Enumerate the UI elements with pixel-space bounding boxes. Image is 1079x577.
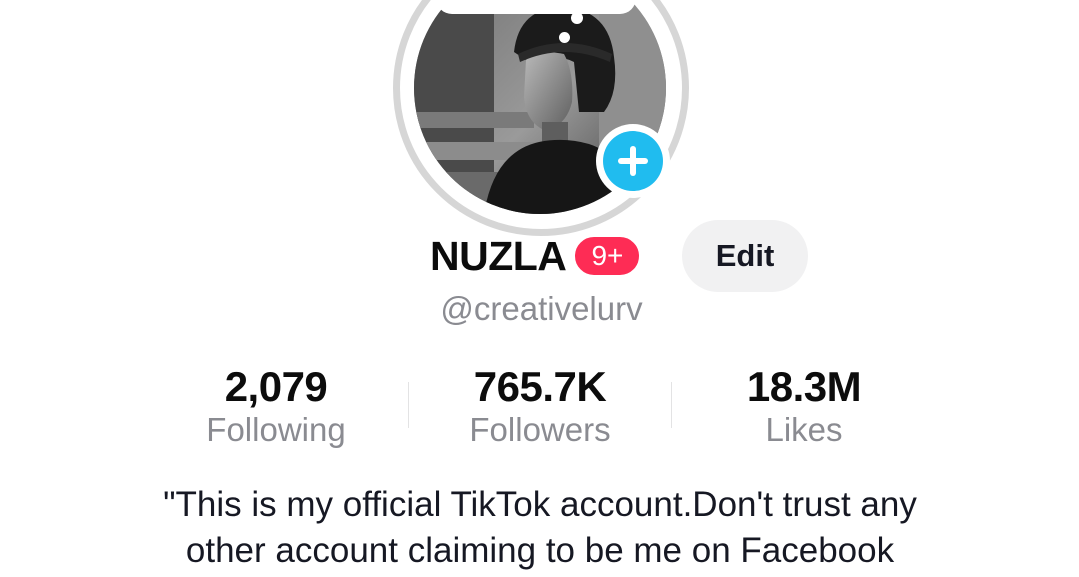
edit-button[interactable]: Edit (682, 220, 808, 292)
bio-line: other account claiming to be me on Faceb… (185, 531, 895, 570)
likes-label: Likes (765, 411, 843, 448)
add-story-button-inner (603, 131, 663, 191)
note-bubble-dot (571, 12, 583, 24)
plus-icon (618, 146, 648, 176)
stat-likes[interactable]: 18.3M Likes (704, 362, 904, 450)
profile-bio: "This is my official TikTok account.Don'… (40, 482, 1040, 574)
username-handle: @creativelurv (440, 290, 643, 327)
note-bubble[interactable] (436, 0, 636, 14)
add-story-button[interactable] (596, 124, 670, 198)
note-bubble-dot-small (559, 32, 570, 43)
profile-screen: NUZLA 9+ Edit @creativelurv 2,079 Follow… (0, 0, 1079, 577)
following-count: 2,079 (224, 363, 328, 410)
stat-divider (671, 382, 672, 428)
name-row: NUZLA 9+ (430, 226, 643, 286)
stat-following[interactable]: 2,079 Following (176, 362, 376, 450)
likes-count: 18.3M (746, 363, 862, 410)
display-name: NUZLA (430, 232, 567, 279)
following-label: Following (206, 411, 346, 448)
notification-badge[interactable]: 9+ (572, 234, 643, 278)
stat-divider (408, 382, 409, 428)
followers-count: 765.7K (473, 363, 607, 410)
bio-line: "This is my official TikTok account.Don'… (163, 485, 917, 524)
stat-followers[interactable]: 765.7K Followers (440, 362, 640, 450)
followers-label: Followers (469, 411, 611, 448)
